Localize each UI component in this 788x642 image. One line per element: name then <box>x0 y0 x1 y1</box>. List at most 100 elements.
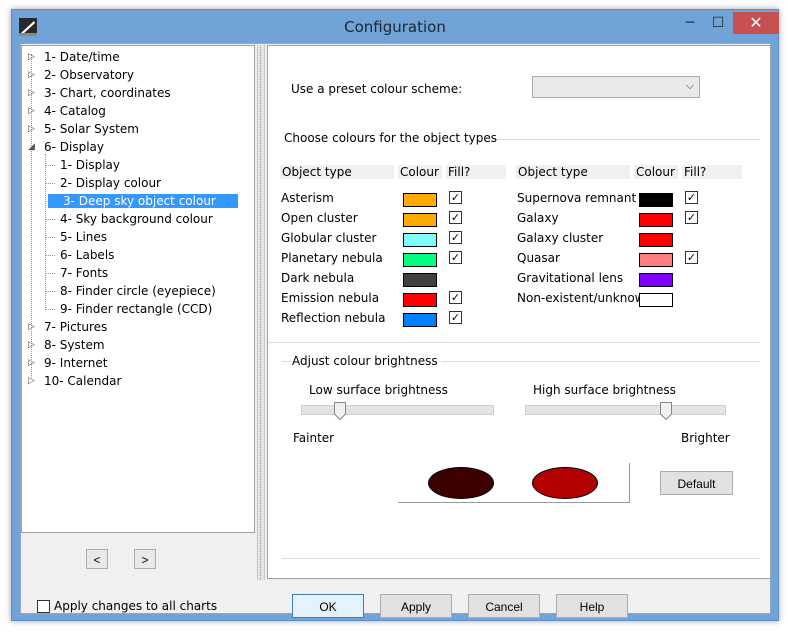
brightness-preview <box>398 463 630 503</box>
title-bar[interactable]: Configuration ─ ☐ ✕ <box>12 10 779 43</box>
colour-swatch[interactable] <box>639 253 673 267</box>
high-brightness-track[interactable] <box>525 405 726 415</box>
object-type-name: Reflection nebula <box>281 311 386 325</box>
tree-item[interactable]: ▷ 10- Calendar <box>28 372 121 390</box>
tree-item[interactable]: ▷ 3- Chart, coordinates <box>28 84 171 102</box>
object-type-name: Open cluster <box>281 211 358 225</box>
colour-swatch[interactable] <box>639 233 673 247</box>
close-icon[interactable]: ✕ <box>733 12 779 34</box>
default-button[interactable]: Default <box>660 471 733 495</box>
tree-item-label: 6- Display <box>44 140 105 154</box>
ok-button[interactable]: OK <box>292 594 364 618</box>
tree-item[interactable]: 3- Deep sky object colour <box>48 192 238 210</box>
preset-combo[interactable]: ⌵ <box>532 76 700 98</box>
object-type-name: Globular cluster <box>281 231 377 245</box>
collapsed-arrow-icon[interactable]: ▷ <box>28 120 40 138</box>
colour-swatch[interactable] <box>403 193 437 207</box>
tree-item[interactable]: ▷ 1- Date/time <box>28 48 120 66</box>
low-brightness-track[interactable] <box>301 405 494 415</box>
tree-item[interactable]: 8- Finder circle (eyepiece) <box>60 282 216 300</box>
tree-item[interactable]: 4- Sky background colour <box>60 210 213 228</box>
tree-item-label: 3- Chart, coordinates <box>44 86 171 100</box>
colour-swatch[interactable] <box>639 213 673 227</box>
tree-item[interactable]: ▷ 9- Internet <box>28 354 107 372</box>
next-page-button[interactable]: > <box>134 549 156 569</box>
colour-swatch[interactable] <box>403 273 437 287</box>
tree-item[interactable]: 5- Lines <box>60 228 107 246</box>
fill-checkbox[interactable]: ✓ <box>449 311 462 324</box>
fill-checkbox[interactable]: ✓ <box>685 251 698 264</box>
colour-header: Colour <box>634 165 678 179</box>
brightness-group-title: Adjust colour brightness <box>292 354 441 368</box>
apply-button[interactable]: Apply <box>380 594 452 618</box>
object-type-name: Non-existent/unknown <box>517 291 653 305</box>
low-brightness-slider[interactable] <box>333 402 346 420</box>
object-type-name: Emission nebula <box>281 291 380 305</box>
collapsed-arrow-icon[interactable]: ▷ <box>28 318 40 336</box>
colour-swatch[interactable] <box>403 293 437 307</box>
colour-header: Colour <box>398 165 442 179</box>
configuration-window: Configuration ─ ☐ ✕ ▷ 1- Date/time ▷ 2- Obs… <box>11 9 779 621</box>
colour-swatch[interactable] <box>403 253 437 267</box>
tree-item[interactable]: 9- Finder rectangle (CCD) <box>60 300 212 318</box>
fill-checkbox[interactable]: ✓ <box>449 251 462 264</box>
expanded-arrow-icon[interactable]: ◢ <box>28 138 40 156</box>
object-type-name: Gravitational lens <box>517 271 624 285</box>
tree-item-label: 8- System <box>44 338 105 352</box>
fill-checkbox[interactable]: ✓ <box>685 211 698 224</box>
help-button[interactable]: Help <box>556 594 628 618</box>
fill-checkbox[interactable]: ✓ <box>449 231 462 244</box>
colour-swatch[interactable] <box>403 313 437 327</box>
collapsed-arrow-icon[interactable]: ▷ <box>28 84 40 102</box>
apply-all-checkbox[interactable] <box>37 600 50 613</box>
deep-sky-colour-panel: Use a preset colour scheme: ⌵ Choose col… <box>267 45 771 579</box>
tree-item[interactable]: ▷ 8- System <box>28 336 105 354</box>
object-type-name: Galaxy <box>517 211 559 225</box>
low-brightness-preview <box>428 467 494 499</box>
colour-swatch[interactable] <box>403 213 437 227</box>
tree-item[interactable]: ▷ 4- Catalog <box>28 102 106 120</box>
tree-item-label: 2- Observatory <box>44 68 134 82</box>
colour-swatch[interactable] <box>403 233 437 247</box>
colour-swatch[interactable] <box>639 273 673 287</box>
cancel-button[interactable]: Cancel <box>468 594 540 618</box>
tree-item-label: 4- Sky background colour <box>60 212 213 226</box>
tree-item-label: 7- Pictures <box>44 320 108 334</box>
tree-item-label: 9- Finder rectangle (CCD) <box>60 302 213 316</box>
fill-checkbox[interactable]: ✓ <box>449 211 462 224</box>
collapsed-arrow-icon[interactable]: ▷ <box>28 66 40 84</box>
fill-checkbox[interactable]: ✓ <box>449 291 462 304</box>
panel-splitter[interactable] <box>257 45 265 580</box>
fill-checkbox[interactable]: ✓ <box>449 191 462 204</box>
collapsed-arrow-icon[interactable]: ▷ <box>28 372 40 390</box>
tree-item-label: 10- Calendar <box>44 374 122 388</box>
colour-swatch[interactable] <box>639 193 673 207</box>
tree-item[interactable]: 7- Fonts <box>60 264 108 282</box>
collapsed-arrow-icon[interactable]: ▷ <box>28 354 40 372</box>
fill-checkbox[interactable]: ✓ <box>685 191 698 204</box>
collapsed-arrow-icon[interactable]: ▷ <box>28 336 40 354</box>
client-area: ▷ 1- Date/time ▷ 2- Observatory ▷ 3- Chart, c… <box>20 43 771 618</box>
collapsed-arrow-icon[interactable]: ▷ <box>28 48 40 66</box>
tree-item[interactable]: ▷ 7- Pictures <box>28 318 107 336</box>
collapsed-arrow-icon[interactable]: ▷ <box>28 102 40 120</box>
tree-item[interactable]: ▷ 2- Observatory <box>28 66 134 84</box>
minimize-icon[interactable]: ─ <box>677 12 703 34</box>
tree-item[interactable]: ▷ 5- Solar System <box>28 120 139 138</box>
high-brightness-slider[interactable] <box>659 402 672 420</box>
object-group-title: Choose colours for the object types <box>284 131 498 145</box>
tree-item[interactable]: 2- Display colour <box>60 174 161 192</box>
object-type-header: Object type <box>516 165 630 179</box>
tree-item-label: 8- Finder circle (eyepiece) <box>60 284 216 298</box>
colour-swatch[interactable] <box>639 293 673 307</box>
tree-item[interactable]: ◢ 6- Display <box>28 138 104 156</box>
tree-item-label: 6- Labels <box>60 248 115 262</box>
low-brightness-label: Low surface brightness <box>309 383 448 397</box>
tree-item-label: 5- Lines <box>60 230 108 244</box>
tree-item-label: 4- Catalog <box>44 104 106 118</box>
fill-header: Fill? <box>446 165 506 179</box>
tree-item[interactable]: 1- Display <box>60 156 120 174</box>
tree-item[interactable]: 6- Labels <box>60 246 114 264</box>
maximize-icon[interactable]: ☐ <box>705 12 731 34</box>
prev-page-button[interactable]: < <box>86 549 108 569</box>
